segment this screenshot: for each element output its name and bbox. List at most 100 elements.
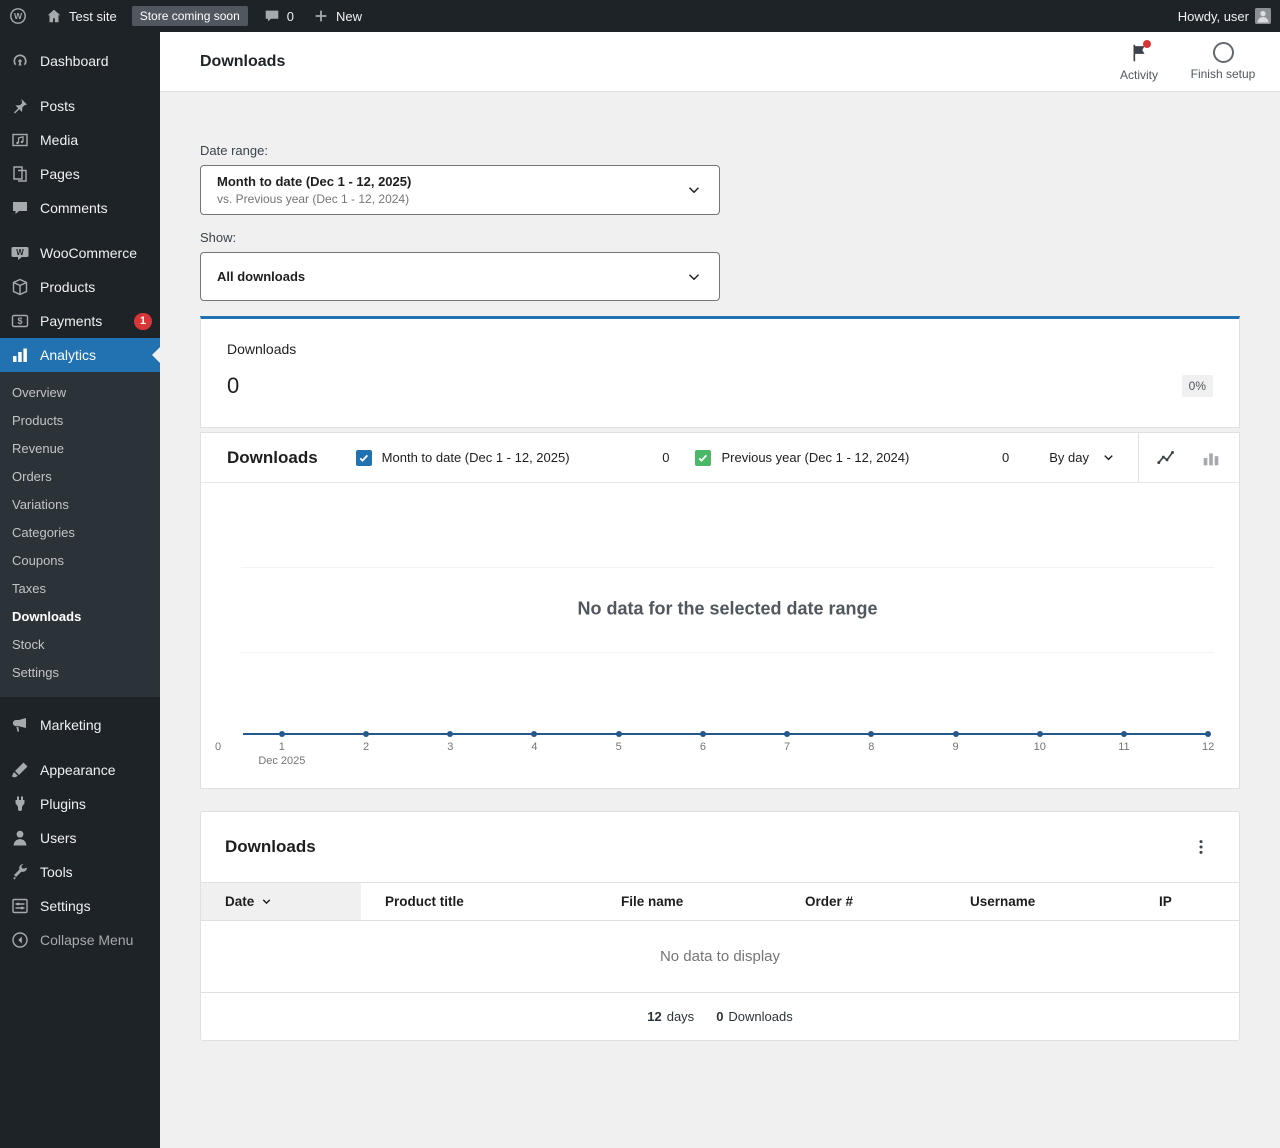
svg-text:W: W — [14, 11, 23, 21]
interval-select[interactable]: By day — [1027, 433, 1138, 482]
sidebar-item-label: Posts — [40, 98, 76, 114]
main-content: Downloads Activity Finish setup Date ran… — [160, 32, 1280, 1148]
collapse-arrow-icon — [10, 930, 30, 950]
analytics-submenu-variations[interactable]: Variations — [0, 491, 160, 519]
summary-delta-badge: 0% — [1181, 375, 1213, 397]
sidebar-item-settings[interactable]: Settings — [0, 889, 160, 923]
sidebar-item-pages[interactable]: Pages — [0, 157, 160, 191]
days-count: 12 — [647, 1009, 662, 1024]
chevron-down-icon — [685, 181, 703, 199]
comments-admin-bar-button[interactable]: 0 — [254, 0, 303, 32]
legend-checkbox[interactable] — [355, 449, 372, 466]
wordpress-logo-icon: W — [9, 7, 27, 25]
downloads-label: Downloads — [728, 1009, 793, 1024]
sidebar-item-label: Products — [40, 279, 96, 295]
summary-value: 0 — [227, 373, 240, 398]
column-header-date[interactable]: Date — [201, 882, 361, 921]
sidebar-item-posts[interactable]: Posts — [0, 89, 160, 123]
analytics-submenu-taxes[interactable]: Taxes — [0, 575, 160, 603]
sidebar-item-label: Media — [40, 132, 79, 148]
sidebar-item-plugins[interactable]: Plugins — [0, 787, 160, 821]
date-range-label: Date range: — [200, 143, 268, 158]
empty-table-row: No data to display — [201, 921, 1239, 993]
analytics-submenu-downloads[interactable]: Downloads — [0, 603, 160, 631]
payments-count-badge: 1 — [133, 312, 152, 330]
site-name-link[interactable]: Test site — [36, 0, 126, 32]
wordpress-logo-icon[interactable]: W — [0, 0, 36, 32]
bar-chart-icon — [10, 345, 30, 365]
legend-label: Month to date (Dec 1 - 12, 2025) — [381, 450, 570, 465]
legend-value: 0 — [1002, 450, 1010, 465]
sidebar-item-tools[interactable]: Tools — [0, 855, 160, 889]
sidebar-item-label: Settings — [40, 898, 91, 914]
sidebar-item-media[interactable]: Media — [0, 123, 160, 157]
my-account-menu[interactable]: Howdy, user — [1169, 0, 1280, 32]
page-title: Downloads — [200, 52, 286, 70]
analytics-submenu-revenue[interactable]: Revenue — [0, 435, 160, 463]
sidebar-item-appearance[interactable]: Appearance — [0, 753, 160, 787]
column-header-order: Order # — [781, 882, 946, 921]
table-empty-message: No data to display — [659, 948, 781, 965]
bar-chart-button[interactable] — [1191, 438, 1231, 478]
x-tick-label: 9 — [952, 741, 959, 753]
finish-setup-button[interactable]: Finish setup — [1184, 38, 1262, 86]
notification-dot — [1143, 39, 1151, 48]
comment-bubble-icon — [263, 7, 281, 25]
sidebar-item-products[interactable]: Products — [0, 270, 160, 304]
sidebar-item-comments[interactable]: Comments — [0, 191, 160, 225]
sidebar-item-users[interactable]: Users — [0, 821, 160, 855]
box-icon — [10, 277, 30, 297]
legend-item-previous-period[interactable]: Previous year (Dec 1 - 12, 2024) 0 — [687, 433, 1027, 482]
legend-value: 0 — [662, 450, 670, 465]
pin-icon — [10, 96, 30, 116]
finish-setup-label: Finish setup — [1190, 66, 1256, 81]
sidebar-item-dashboard[interactable]: Dashboard — [0, 44, 160, 78]
summary-tile-downloads[interactable]: Downloads 0 0% — [201, 319, 1239, 421]
paintbrush-icon — [10, 760, 30, 780]
show-select[interactable]: All downloads — [200, 252, 720, 301]
x-tick-label: 2 — [363, 741, 370, 753]
new-content-button[interactable]: New — [303, 0, 371, 32]
pages-icon — [10, 164, 30, 184]
svg-text:W: W — [16, 248, 24, 257]
plus-icon — [312, 7, 330, 25]
analytics-submenu-settings[interactable]: Settings — [0, 659, 160, 687]
sidebar-item-payments[interactable]: $ Payments 1 — [0, 304, 160, 338]
home-icon — [45, 7, 63, 25]
analytics-submenu: Overview Products Revenue Orders Variati… — [0, 372, 160, 697]
collapse-menu-button[interactable]: Collapse Menu — [0, 923, 160, 957]
x-tick-label: 11 — [1118, 741, 1130, 753]
legend-item-current-period[interactable]: Month to date (Dec 1 - 12, 2025) 0 — [348, 433, 688, 482]
column-header-product-title: Product title — [361, 882, 597, 921]
analytics-submenu-orders[interactable]: Orders — [0, 463, 160, 491]
analytics-submenu-coupons[interactable]: Coupons — [0, 547, 160, 575]
summary-label: Downloads — [227, 341, 297, 357]
legend-label: Previous year (Dec 1 - 12, 2024) — [721, 450, 910, 465]
summary-card: Downloads 0 0% — [200, 316, 1240, 428]
line-chart-button[interactable] — [1147, 438, 1187, 478]
sidebar-item-woocommerce[interactable]: W WooCommerce — [0, 236, 160, 270]
analytics-submenu-products[interactable]: Products — [0, 407, 160, 435]
date-range-select[interactable]: Month to date (Dec 1 - 12, 2025) vs. Pre… — [200, 165, 720, 215]
chart-type-toggle — [1138, 433, 1239, 482]
analytics-submenu-categories[interactable]: Categories — [0, 519, 160, 547]
x-tick-label: 12 — [1202, 741, 1215, 753]
chevron-down-icon — [685, 268, 703, 286]
activity-button[interactable]: Activity — [1100, 38, 1178, 86]
date-range-comparison: vs. Previous year (Dec 1 - 12, 2024) — [217, 192, 410, 206]
chart-area: No data for the selected date range 0 De… — [201, 483, 1239, 788]
legend-checkbox[interactable] — [695, 449, 712, 466]
show-value: All downloads — [217, 269, 306, 284]
analytics-submenu-stock[interactable]: Stock — [0, 631, 160, 659]
table-summary: 12 days 0 Downloads — [201, 992, 1239, 1040]
gridline — [241, 567, 1214, 569]
x-axis-note: Dec 2025 — [258, 755, 306, 767]
sidebar-item-analytics[interactable]: Analytics — [0, 338, 160, 372]
analytics-submenu-overview[interactable]: Overview — [0, 379, 160, 407]
x-tick-label: 3 — [447, 741, 454, 753]
chevron-down-icon — [1101, 450, 1116, 465]
coming-soon-badge: Store coming soon — [131, 6, 248, 26]
chart-card: Downloads Month to date (Dec 1 - 12, 202… — [200, 432, 1240, 789]
table-menu-button[interactable] — [1187, 833, 1215, 861]
sidebar-item-marketing[interactable]: Marketing — [0, 708, 160, 742]
